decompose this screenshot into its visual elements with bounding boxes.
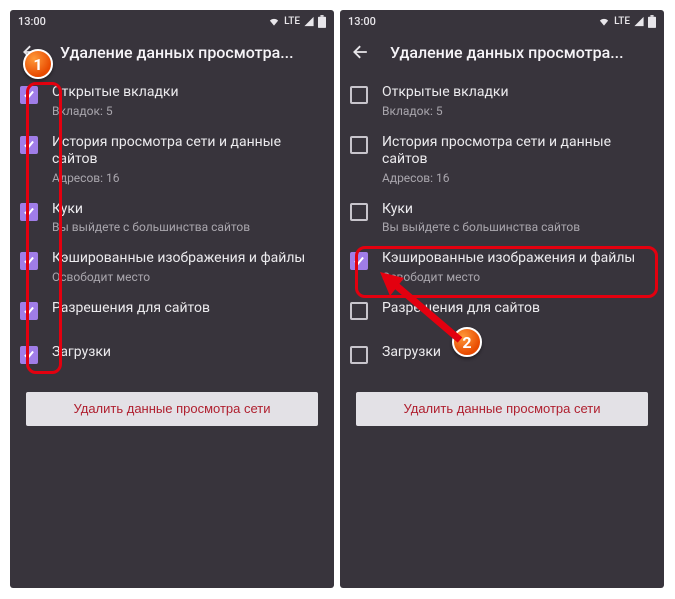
status-bar: 13:00 LTE: [10, 10, 334, 32]
checkbox[interactable]: [350, 203, 368, 221]
list-item[interactable]: Загрузки: [10, 336, 334, 380]
item-label: Кэшированные изображения и файлы: [382, 250, 652, 268]
list-item[interactable]: Разрешения для сайтов: [10, 292, 334, 336]
phone-right: 13:00 LTE Удаление данных просмотра... О…: [340, 10, 664, 588]
item-sublabel: Адресов: 16: [52, 171, 322, 185]
item-label: Разрешения для сайтов: [382, 300, 652, 318]
list-item[interactable]: Кэшированные изображения и файлы Освободи…: [10, 242, 334, 292]
page-title: Удаление данных просмотра...: [390, 43, 654, 62]
delete-data-button[interactable]: Удалить данные просмотра сети: [356, 392, 648, 426]
settings-list: Открытые вкладки Вкладок: 5 История просмо…: [10, 72, 334, 380]
list-item[interactable]: История просмотра сети и данные сайтов Ад…: [10, 126, 334, 193]
title-bar: Удаление данных просмотра...: [10, 32, 334, 72]
item-label: Загрузки: [382, 344, 652, 362]
arrow-left-icon: [21, 42, 41, 62]
settings-list: Открытые вкладки Вкладок: 5 История просмо…: [340, 72, 664, 380]
item-label: Куки: [52, 201, 322, 219]
checkbox[interactable]: [20, 302, 38, 320]
checkbox[interactable]: [20, 252, 38, 270]
list-item[interactable]: Разрешения для сайтов: [340, 292, 664, 336]
status-icons: LTE: [267, 15, 326, 28]
status-time: 13:00: [348, 15, 376, 28]
item-label: Открытые вкладки: [52, 84, 322, 102]
signal-icon: [303, 16, 315, 27]
item-sublabel: Вы выйдете с большинства сайтов: [382, 220, 652, 234]
signal-icon: [633, 16, 645, 27]
list-item[interactable]: Кэшированные изображения и файлы Освободи…: [340, 242, 664, 292]
list-item[interactable]: КукиВы выйдете с большинства сайтов: [340, 193, 664, 243]
item-label: Загрузки: [52, 344, 322, 362]
item-sublabel: Освободит место: [52, 270, 322, 284]
title-bar: Удаление данных просмотра...: [340, 32, 664, 72]
checkbox[interactable]: [20, 86, 38, 104]
status-icons: LTE: [597, 15, 656, 28]
checkbox[interactable]: [350, 302, 368, 320]
checkbox[interactable]: [350, 346, 368, 364]
list-item[interactable]: Загрузки: [340, 336, 664, 380]
wifi-icon: [597, 16, 611, 27]
item-sublabel: Адресов: 16: [382, 171, 652, 185]
network-label: LTE: [614, 16, 630, 27]
checkbox[interactable]: [20, 203, 38, 221]
list-item[interactable]: Открытые вкладки Вкладок: 5: [340, 76, 664, 126]
checkbox[interactable]: [20, 136, 38, 154]
item-sublabel: Освободит место: [382, 270, 652, 284]
status-bar: 13:00 LTE: [340, 10, 664, 32]
delete-data-button[interactable]: Удалить данные просмотра сети: [26, 392, 318, 426]
battery-icon: [318, 15, 326, 28]
battery-icon: [648, 15, 656, 28]
checkbox[interactable]: [350, 252, 368, 270]
item-label: Кэшированные изображения и файлы: [52, 250, 322, 268]
status-time: 13:00: [18, 15, 46, 28]
back-button[interactable]: [350, 41, 372, 63]
item-sublabel: Вкладок: 5: [382, 104, 652, 118]
network-label: LTE: [284, 16, 300, 27]
page-title: Удаление данных просмотра...: [60, 43, 324, 62]
item-sublabel: Вкладок: 5: [52, 104, 322, 118]
item-sublabel: Вы выйдете с большинства сайтов: [52, 220, 322, 234]
back-button[interactable]: [20, 41, 42, 63]
checkbox[interactable]: [350, 136, 368, 154]
arrow-left-icon: [351, 42, 371, 62]
phone-left: 13:00 LTE Удаление данных просмотра... О…: [10, 10, 334, 588]
list-item[interactable]: История просмотра сети и данные сайтов Ад…: [340, 126, 664, 193]
wifi-icon: [267, 16, 281, 27]
checkbox[interactable]: [20, 346, 38, 364]
item-label: История просмотра сети и данные сайтов: [382, 134, 652, 169]
item-label: Разрешения для сайтов: [52, 300, 322, 318]
item-label: Куки: [382, 201, 652, 219]
list-item[interactable]: Открытые вкладки Вкладок: 5: [10, 76, 334, 126]
list-item[interactable]: КукиВы выйдете с большинства сайтов: [10, 193, 334, 243]
item-label: История просмотра сети и данные сайтов: [52, 134, 322, 169]
item-label: Открытые вкладки: [382, 84, 652, 102]
checkbox[interactable]: [350, 86, 368, 104]
